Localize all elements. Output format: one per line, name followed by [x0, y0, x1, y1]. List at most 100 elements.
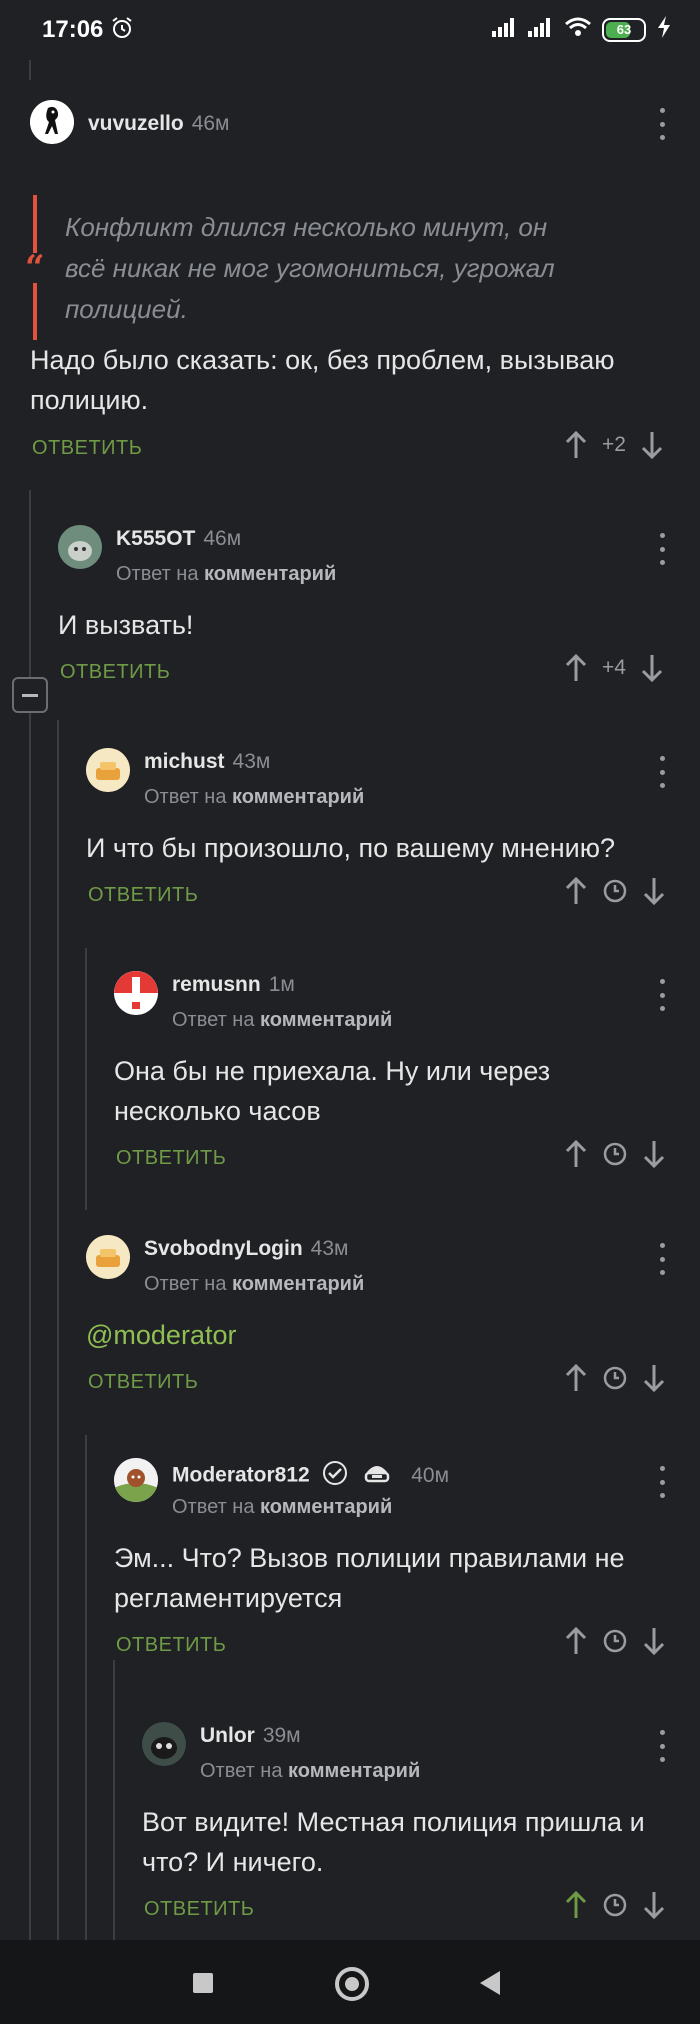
vote-actions: +2 — [564, 430, 664, 460]
clock-icon — [602, 1141, 628, 1167]
username[interactable]: SvobodnyLogin 43м — [144, 1237, 348, 1261]
username[interactable]: remusnn 1м — [172, 973, 295, 997]
back-button[interactable] — [480, 1971, 500, 1995]
reply-button[interactable]: ОТВЕТИТЬ — [88, 884, 198, 907]
vote-actions — [564, 876, 666, 906]
avatar[interactable] — [58, 525, 102, 569]
reply-button[interactable]: ОТВЕТИТЬ — [32, 437, 142, 460]
downvote-icon[interactable] — [642, 1890, 666, 1920]
downvote-icon[interactable] — [642, 1363, 666, 1393]
alarm-icon — [110, 16, 134, 45]
reply-to-link[interactable]: комментарий — [232, 786, 364, 808]
comment-text: Она бы не приехала. Ну или через несколь… — [114, 1056, 551, 1126]
avatar[interactable] — [86, 1235, 130, 1279]
upvote-icon[interactable] — [564, 1626, 588, 1656]
signal-icon — [492, 17, 518, 42]
thread-line — [85, 1435, 87, 1940]
reply-to: Ответ на комментарий — [172, 1496, 393, 1518]
reply-button[interactable]: ОТВЕТИТЬ — [116, 1634, 226, 1657]
username[interactable]: michust 43м — [144, 750, 270, 774]
reply-button[interactable]: ОТВЕТИТЬ — [144, 1898, 254, 1921]
system-nav-bar — [0, 1940, 700, 2024]
downvote-icon[interactable] — [642, 1626, 666, 1656]
reply-to-link[interactable]: комментарий — [260, 1009, 392, 1031]
comment-text: И что бы произошло, по вашему мнению? — [86, 833, 615, 863]
reply-to: Ответ на комментарий — [116, 563, 337, 585]
more-options-icon[interactable] — [652, 1730, 672, 1762]
comment-time: 40м — [411, 1463, 450, 1487]
clock-icon — [602, 1365, 628, 1391]
upvote-icon[interactable] — [564, 653, 588, 683]
comment-time: 46м — [203, 527, 242, 550]
comment-time: 46м — [191, 112, 230, 135]
thread-line — [85, 948, 87, 1210]
thread-line — [29, 60, 31, 80]
signal-icon — [528, 17, 554, 42]
more-options-icon[interactable] — [652, 533, 672, 565]
reply-to-link[interactable]: комментарий — [260, 1496, 392, 1518]
clock-icon — [602, 1628, 628, 1654]
downvote-icon[interactable] — [640, 653, 664, 683]
status-bar: 17:06 63 — [0, 0, 700, 60]
upvote-icon[interactable] — [564, 430, 588, 460]
avatar[interactable] — [114, 971, 158, 1015]
username[interactable]: Unlor 39м — [200, 1724, 301, 1748]
downvote-icon[interactable] — [642, 1139, 666, 1169]
upvote-icon[interactable] — [564, 1363, 588, 1393]
comment-time: 43м — [310, 1237, 349, 1260]
verified-icon — [322, 1460, 348, 1492]
avatar[interactable] — [86, 748, 130, 792]
reply-button[interactable]: ОТВЕТИТЬ — [60, 661, 170, 684]
reply-to-link[interactable]: комментарий — [288, 1760, 420, 1782]
quote-block: “ Конфликт длился несколько минут, он вс… — [25, 195, 597, 340]
more-options-icon[interactable] — [652, 1466, 672, 1498]
upvote-icon[interactable] — [564, 876, 588, 906]
more-options-icon[interactable] — [652, 756, 672, 788]
reply-to: Ответ на комментарий — [144, 1273, 365, 1295]
reply-button[interactable]: ОТВЕТИТЬ — [116, 1147, 226, 1170]
avatar[interactable] — [30, 100, 74, 144]
upvote-icon[interactable] — [564, 1139, 588, 1169]
mention-link[interactable]: @moderator — [86, 1315, 646, 1355]
vote-actions — [564, 1626, 666, 1656]
more-options-icon[interactable] — [652, 108, 672, 140]
collapse-thread-button[interactable] — [12, 677, 48, 713]
vote-actions: +4 — [564, 653, 664, 683]
battery-icon: 63 — [602, 17, 646, 42]
username[interactable]: K555OT 46м — [116, 527, 241, 551]
quote-text: Конфликт длился несколько минут, он всё … — [65, 212, 555, 324]
thread-line — [57, 720, 59, 1940]
username[interactable]: vuvuzello 46м — [88, 112, 230, 136]
reply-to-link[interactable]: комментарий — [204, 563, 336, 585]
vote-actions — [564, 1890, 666, 1920]
rating: +4 — [602, 656, 626, 679]
comment-time: 1м — [268, 973, 295, 996]
charging-icon — [656, 16, 672, 43]
more-options-icon[interactable] — [652, 979, 672, 1011]
more-options-icon[interactable] — [652, 1243, 672, 1275]
wifi-icon — [564, 17, 592, 42]
username[interactable]: Moderator812 40м — [172, 1460, 449, 1492]
comment-text: И вызвать! — [58, 610, 194, 640]
home-button[interactable] — [335, 1967, 369, 2001]
upvote-icon[interactable] — [564, 1890, 588, 1920]
comment-text: Надо было сказать: ок, без проблем, вызы… — [30, 345, 615, 415]
avatar[interactable] — [142, 1722, 186, 1766]
avatar[interactable] — [114, 1458, 158, 1502]
comment-text: Эм... Что? Вызов полиции правилами не ре… — [114, 1543, 625, 1613]
comment-time: 39м — [262, 1724, 301, 1747]
moderator-badge-icon — [363, 1460, 391, 1492]
reply-to-link[interactable]: комментарий — [232, 1273, 364, 1295]
quote-icon: “ — [25, 248, 45, 288]
reply-button[interactable]: ОТВЕТИТЬ — [88, 1371, 198, 1394]
comment-thread: vuvuzello 46м “ Конфликт длился несколько… — [0, 60, 700, 1940]
comment-text: Вот видите! Местная полиция пришла и что… — [142, 1807, 645, 1877]
recent-apps-button[interactable] — [193, 1973, 213, 1993]
downvote-icon[interactable] — [640, 430, 664, 460]
thread-line — [113, 1660, 115, 1940]
reply-to: Ответ на комментарий — [144, 786, 365, 808]
vote-actions — [564, 1139, 666, 1169]
rating: +2 — [602, 433, 626, 456]
downvote-icon[interactable] — [642, 876, 666, 906]
reply-to: Ответ на комментарий — [172, 1009, 393, 1031]
